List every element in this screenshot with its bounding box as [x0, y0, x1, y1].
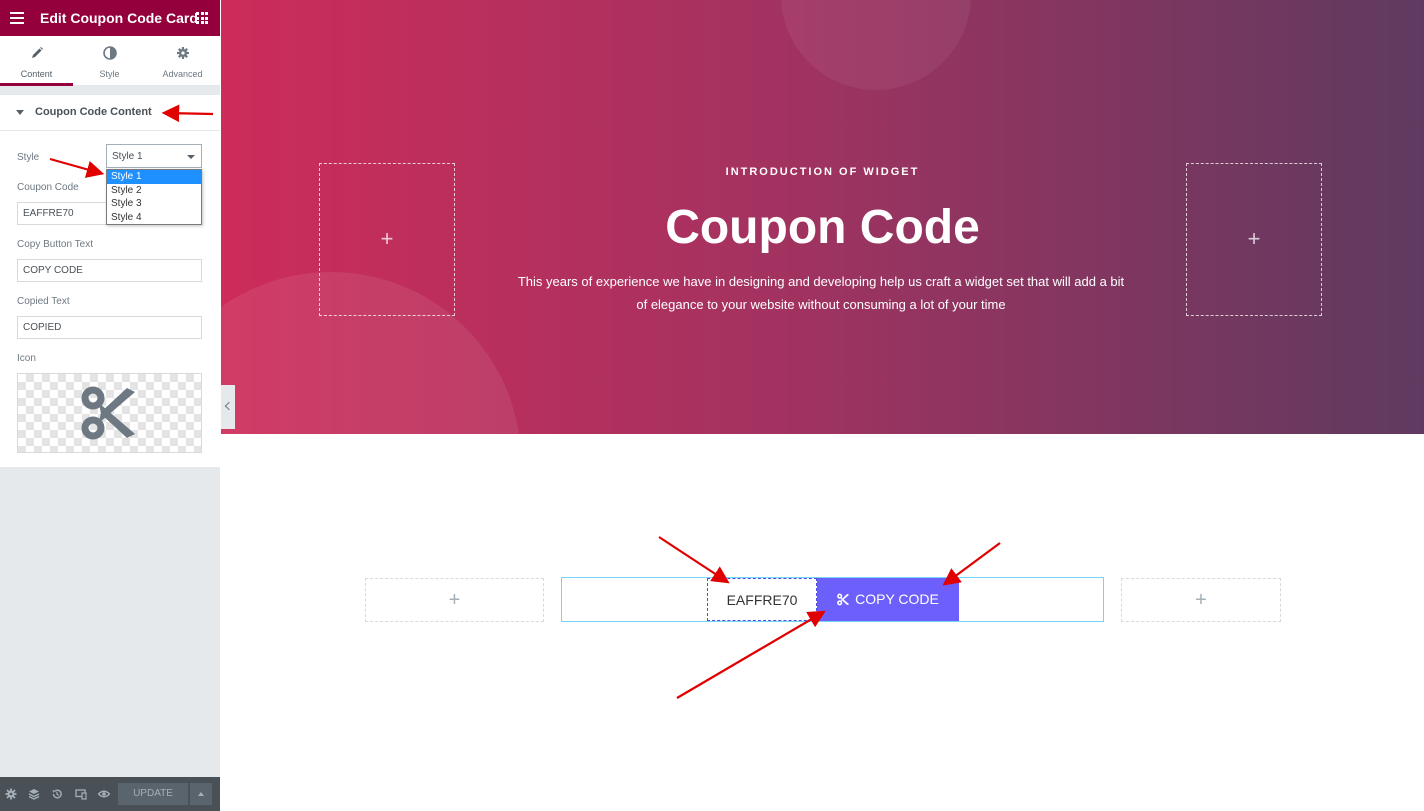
- collapse-panel-handle[interactable]: [221, 385, 235, 429]
- icon-picker[interactable]: [17, 373, 202, 453]
- style-option[interactable]: Style 1: [107, 170, 201, 184]
- style-select-value: Style 1: [112, 151, 143, 162]
- widgets-grid-icon[interactable]: [196, 12, 208, 24]
- responsive-icon[interactable]: [75, 788, 87, 800]
- tab-advanced[interactable]: Advanced: [146, 36, 219, 86]
- tab-content-label: Content: [20, 69, 53, 79]
- copy-code-button[interactable]: COPY CODE: [817, 578, 959, 621]
- history-icon[interactable]: [51, 788, 63, 800]
- gear-icon: [176, 47, 189, 59]
- scissors-icon: [81, 386, 135, 440]
- controls-panel: Style Style 1 Style 1 Style 2 Style 3 St…: [0, 131, 220, 467]
- hero-eyebrow: INTRODUCTION OF WIDGET: [725, 166, 920, 178]
- style-select[interactable]: Style 1: [106, 144, 202, 168]
- coupon-code-label: Coupon Code: [17, 182, 79, 193]
- panel-header: Edit Coupon Code Card: [0, 0, 220, 36]
- decorative-circle: [781, 0, 971, 90]
- style-dropdown-list: Style 1 Style 2 Style 3 Style 4: [106, 169, 202, 225]
- plus-icon[interactable]: +: [366, 589, 543, 612]
- empty-column-right[interactable]: +: [1121, 578, 1281, 622]
- plus-icon[interactable]: +: [1122, 589, 1280, 612]
- coupon-code-widget[interactable]: EAFFRE70 COPY CODE: [561, 577, 1104, 622]
- style-label: Style: [17, 152, 40, 163]
- scissors-icon: [837, 593, 850, 606]
- style-option[interactable]: Style 4: [107, 211, 201, 225]
- tab-content[interactable]: Content: [0, 36, 73, 86]
- panel-title: Edit Coupon Code Card: [40, 10, 198, 26]
- settings-icon[interactable]: [5, 788, 17, 800]
- copy-code-label: COPY CODE: [855, 591, 939, 607]
- section-title: Coupon Code Content: [35, 106, 152, 118]
- layers-icon[interactable]: [28, 788, 40, 800]
- panel-footer: UPDATE: [0, 777, 220, 811]
- copied-text-label: Copied Text: [17, 296, 70, 307]
- empty-column-left[interactable]: +: [365, 578, 544, 622]
- tab-style-label: Style: [99, 69, 120, 79]
- preview-canvas: + + INTRODUCTION OF WIDGET Coupon Code T…: [221, 0, 1424, 811]
- style-option[interactable]: Style 3: [107, 197, 201, 211]
- copied-text-field[interactable]: COPIED: [17, 316, 202, 339]
- tab-advanced-label: Advanced: [162, 69, 203, 79]
- caret-down-icon: [16, 110, 24, 115]
- icon-label: Icon: [17, 353, 36, 364]
- hero-description: This years of experience we have in desi…: [517, 274, 1125, 312]
- pencil-icon: [31, 47, 43, 58]
- tab-style[interactable]: Style: [73, 36, 146, 86]
- elementor-editor: Edit Coupon Code Card Content Style Adva…: [0, 0, 1424, 811]
- editor-sidebar: Edit Coupon Code Card Content Style Adva…: [0, 0, 220, 811]
- update-options-button[interactable]: [190, 783, 212, 805]
- copy-button-text-label: Copy Button Text: [17, 239, 93, 250]
- update-button[interactable]: UPDATE: [118, 783, 188, 805]
- eye-icon[interactable]: [98, 788, 110, 800]
- menu-icon[interactable]: [10, 12, 24, 24]
- hero-title: Coupon Code: [665, 201, 980, 254]
- style-option[interactable]: Style 2: [107, 184, 201, 198]
- contrast-icon: [102, 46, 117, 60]
- panel-tabs: Content Style Advanced: [0, 36, 220, 86]
- chevron-down-icon: [187, 155, 195, 159]
- section-toggle-coupon-content[interactable]: Coupon Code Content: [0, 95, 220, 131]
- coupon-code-text[interactable]: EAFFRE70: [707, 578, 817, 621]
- copy-button-text-field[interactable]: COPY CODE: [17, 259, 202, 282]
- hero-section: + + INTRODUCTION OF WIDGET Coupon Code T…: [221, 0, 1424, 434]
